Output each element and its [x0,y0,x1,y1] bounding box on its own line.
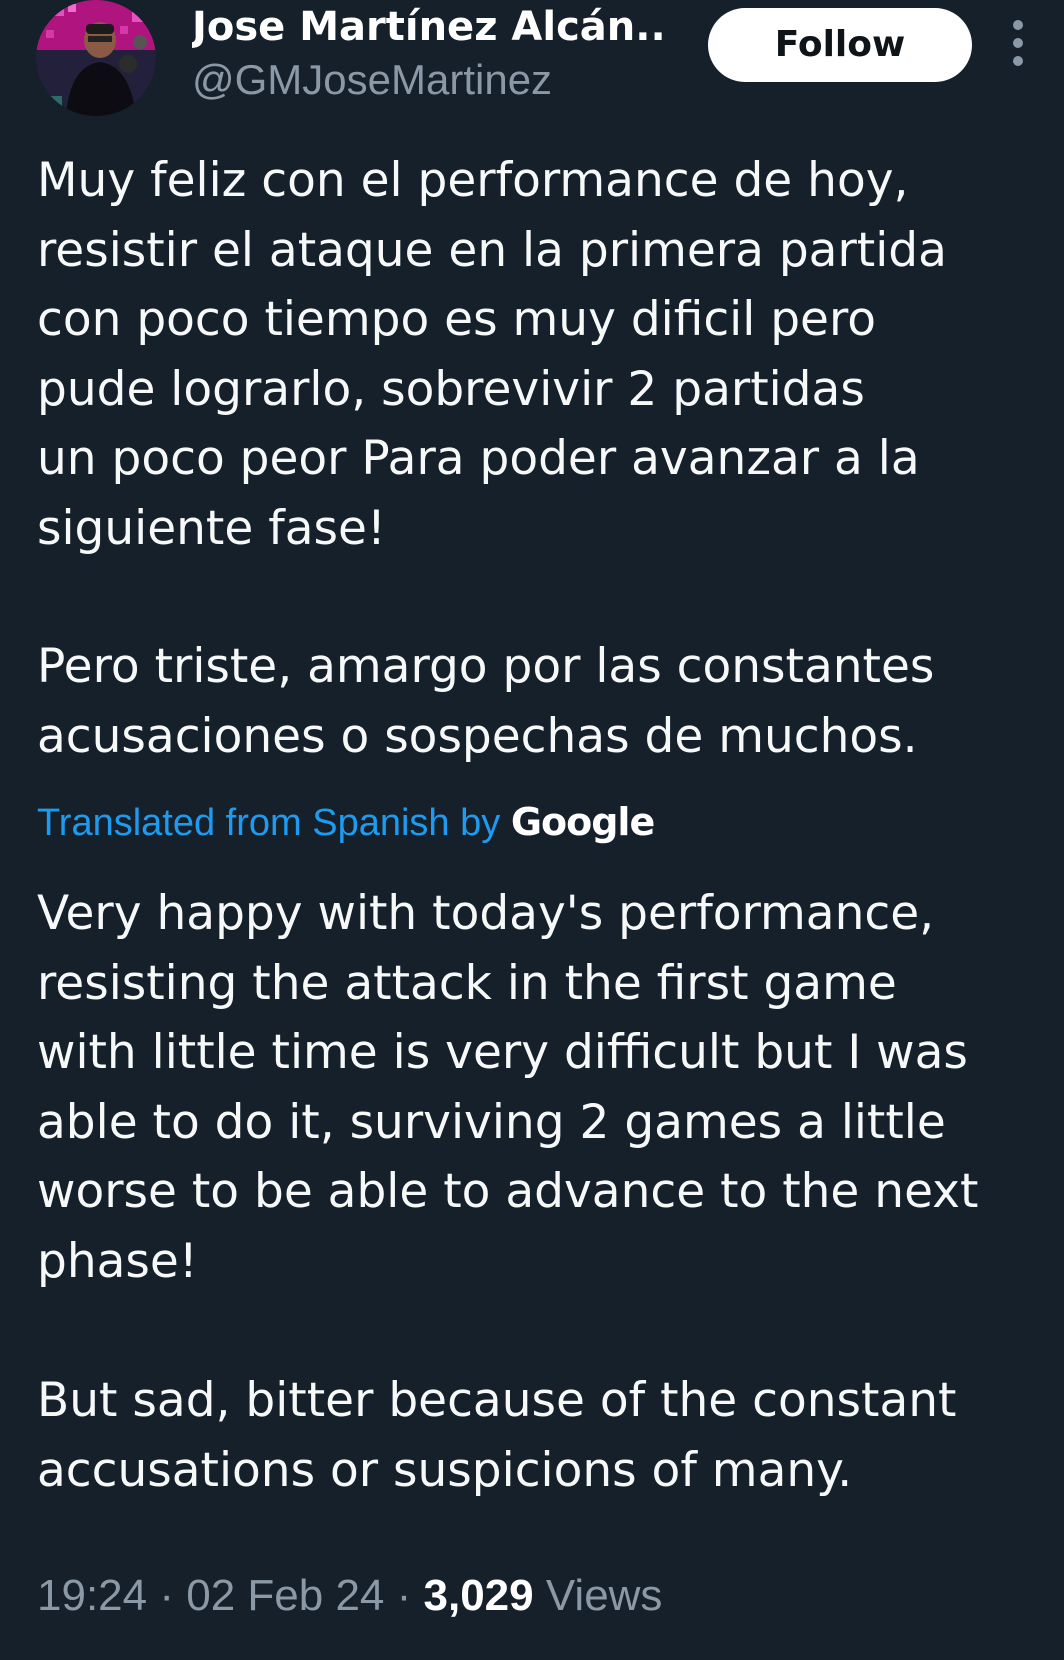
tweet-date[interactable]: 02 Feb 24 [186,1571,384,1620]
tweet-time[interactable]: 19:24 [37,1571,147,1620]
avatar[interactable] [36,0,156,116]
display-name[interactable]: Jose Martínez Alcán... [192,2,662,52]
tweet-original-text-2: Pero triste, amargo por las constantes a… [37,639,935,764]
tweet-translated-text: Very happy with today's performance, res… [37,886,979,1289]
meta-separator: · [159,1571,174,1620]
user-handle[interactable]: @GMJoseMartinez [192,54,552,106]
tweet-original-text: Muy feliz con el performance de hoy, res… [37,153,947,556]
google-logo: Google [510,800,655,844]
more-dot [1013,38,1023,48]
follow-button[interactable]: Follow [708,8,972,82]
more-vertical-icon[interactable] [1006,20,1030,70]
views-count[interactable]: 3,029 [424,1571,534,1620]
more-dot [1013,56,1023,66]
tweet-translated-text-2: But sad, bitter because of the constant … [37,1373,957,1498]
avatar-image [36,0,156,116]
views-label: Views [545,1571,663,1620]
translation-attribution[interactable]: Translated from Spanish by Google [37,797,655,848]
meta-separator: · [396,1571,412,1620]
tweet-meta: 19:24 · 02 Feb 24 · 3,029 Views [37,1568,662,1624]
tweet-header: Jose Martínez Alcán... @GMJoseMartinez F… [0,0,1064,120]
translated-from-label: Translated from Spanish by [37,802,501,844]
more-dot [1013,20,1023,30]
